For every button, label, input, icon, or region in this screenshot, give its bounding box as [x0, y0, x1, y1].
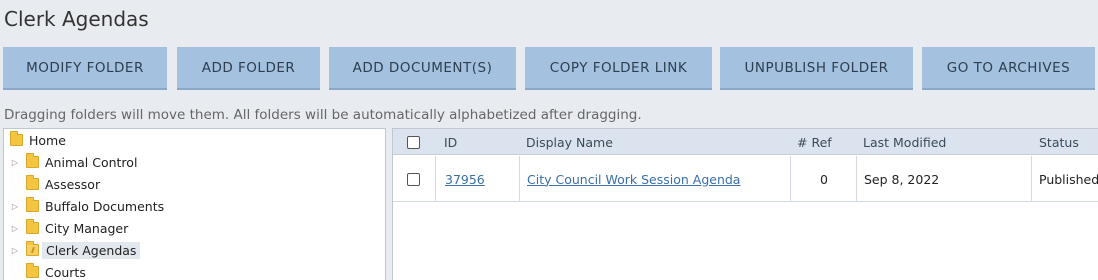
tree-item-assessor[interactable]: Assessor — [26, 173, 100, 195]
document-id-link[interactable]: 37956 — [445, 156, 485, 202]
modify-folder-button[interactable]: MODIFY FOLDER — [3, 47, 167, 90]
folder-icon — [26, 197, 39, 212]
folder-icon — [26, 175, 39, 190]
folder-icon — [26, 153, 39, 168]
tree-item-label: Animal Control — [45, 154, 138, 170]
tree-item-home[interactable]: Home — [10, 129, 66, 151]
tree-item-label: Clerk Agendas — [42, 241, 141, 259]
expand-arrow-icon[interactable]: ▷ — [10, 246, 20, 255]
open-folder-icon — [26, 241, 39, 256]
document-name-link[interactable]: City Council Work Session Agenda — [527, 156, 740, 202]
grid-header: ID Display Name # Ref Last Modified Stat… — [393, 129, 1098, 155]
toolbar: MODIFY FOLDER ADD FOLDER ADD DOCUMENT(S)… — [3, 47, 1098, 91]
expand-arrow-icon[interactable]: ▷ — [10, 224, 20, 233]
tree-item-buffalo-documents[interactable]: ▷ Buffalo Documents — [10, 195, 164, 217]
expand-arrow-icon[interactable]: ▷ — [10, 202, 20, 211]
tree-item-city-manager[interactable]: ▷ City Manager — [10, 217, 128, 239]
column-header-id[interactable]: ID — [444, 129, 457, 155]
tree-item-label: Home — [29, 132, 66, 148]
folder-tree: Home ▷ Animal Control Assessor ▷ Buffalo… — [3, 128, 386, 280]
column-header-status[interactable]: Status — [1039, 129, 1079, 155]
folder-icon — [26, 219, 39, 234]
tree-item-courts[interactable]: Courts — [26, 261, 86, 280]
column-header-ref[interactable]: # Ref — [797, 129, 832, 155]
column-header-display-name[interactable]: Display Name — [526, 129, 613, 155]
add-folder-button[interactable]: ADD FOLDER — [177, 47, 320, 90]
tree-item-label: Courts — [45, 264, 86, 280]
column-header-last-modified[interactable]: Last Modified — [863, 129, 946, 155]
drag-hint: Dragging folders will move them. All fol… — [4, 107, 642, 123]
page-title: Clerk Agendas — [4, 7, 149, 31]
expand-arrow-icon[interactable]: ▷ — [10, 158, 20, 167]
folder-icon — [10, 131, 23, 146]
copy-folder-link-button[interactable]: COPY FOLDER LINK — [525, 47, 712, 90]
table-row[interactable]: 37956 City Council Work Session Agenda 0… — [393, 156, 1098, 202]
status-text: Published — [1039, 171, 1098, 187]
last-modified-date: Sep 8, 2022 — [864, 171, 940, 187]
tree-item-label: City Manager — [45, 220, 129, 236]
tree-item-label: Assessor — [45, 176, 101, 192]
tree-item-clerk-agendas[interactable]: ▷ Clerk Agendas — [10, 239, 141, 261]
document-grid: ID Display Name # Ref Last Modified Stat… — [392, 128, 1098, 280]
add-documents-button[interactable]: ADD DOCUMENT(S) — [329, 47, 516, 90]
go-to-archives-button[interactable]: GO TO ARCHIVES — [922, 47, 1095, 90]
ref-count: 0 — [820, 171, 828, 187]
tree-item-animal-control[interactable]: ▷ Animal Control — [10, 151, 137, 173]
select-all-checkbox[interactable] — [407, 129, 420, 155]
folder-icon — [26, 263, 39, 278]
unpublish-folder-button[interactable]: UNPUBLISH FOLDER — [720, 47, 913, 90]
tree-item-label: Buffalo Documents — [45, 198, 165, 214]
row-checkbox[interactable] — [407, 156, 420, 202]
